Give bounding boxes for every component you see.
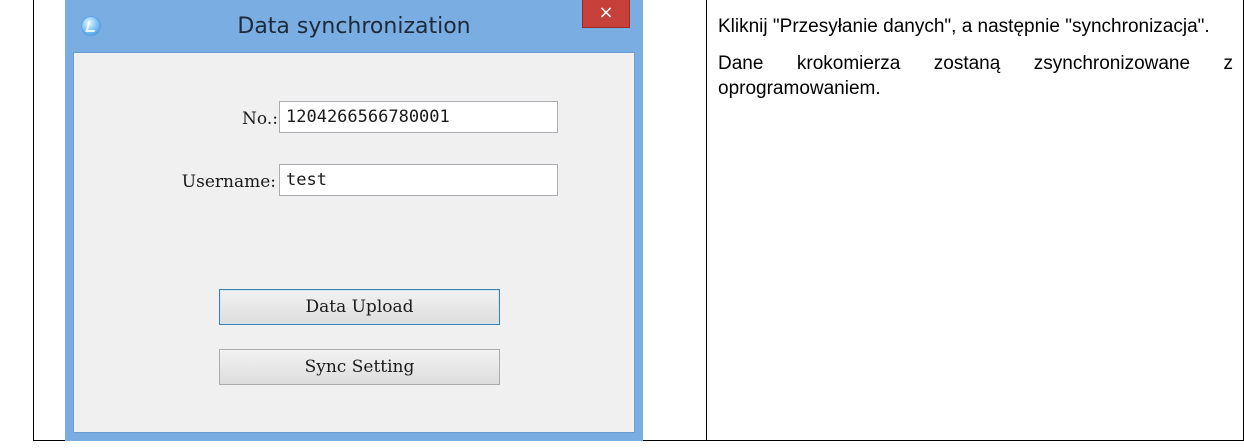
dialog-title: Data synchronization: [237, 14, 471, 39]
device-number-input[interactable]: [279, 101, 558, 133]
close-icon: ×: [598, 2, 614, 23]
sync-setting-button[interactable]: Sync Setting: [219, 349, 500, 385]
device-number-label: No.:: [242, 109, 278, 129]
dialog-client-area: No.: Username: Data Upload Sync Setting: [73, 52, 635, 433]
instruction-paragraph-2: Dane krokomierza zostaną zsynchronizowan…: [718, 53, 1233, 99]
sync-dialog-window: Data synchronization × No.: Username: Da…: [65, 0, 643, 441]
username-label: Username:: [181, 172, 276, 192]
close-button[interactable]: ×: [582, 0, 630, 28]
dialog-titlebar[interactable]: Data synchronization ×: [65, 0, 643, 52]
username-input[interactable]: [279, 164, 558, 196]
instruction-paragraph-1: Kliknij "Przesyłanie danych", a następni…: [718, 16, 1210, 37]
data-upload-button[interactable]: Data Upload: [219, 289, 500, 325]
instructions-text: Kliknij "Przesyłanie danych", a następni…: [718, 14, 1233, 113]
table-column-divider: [706, 0, 707, 441]
